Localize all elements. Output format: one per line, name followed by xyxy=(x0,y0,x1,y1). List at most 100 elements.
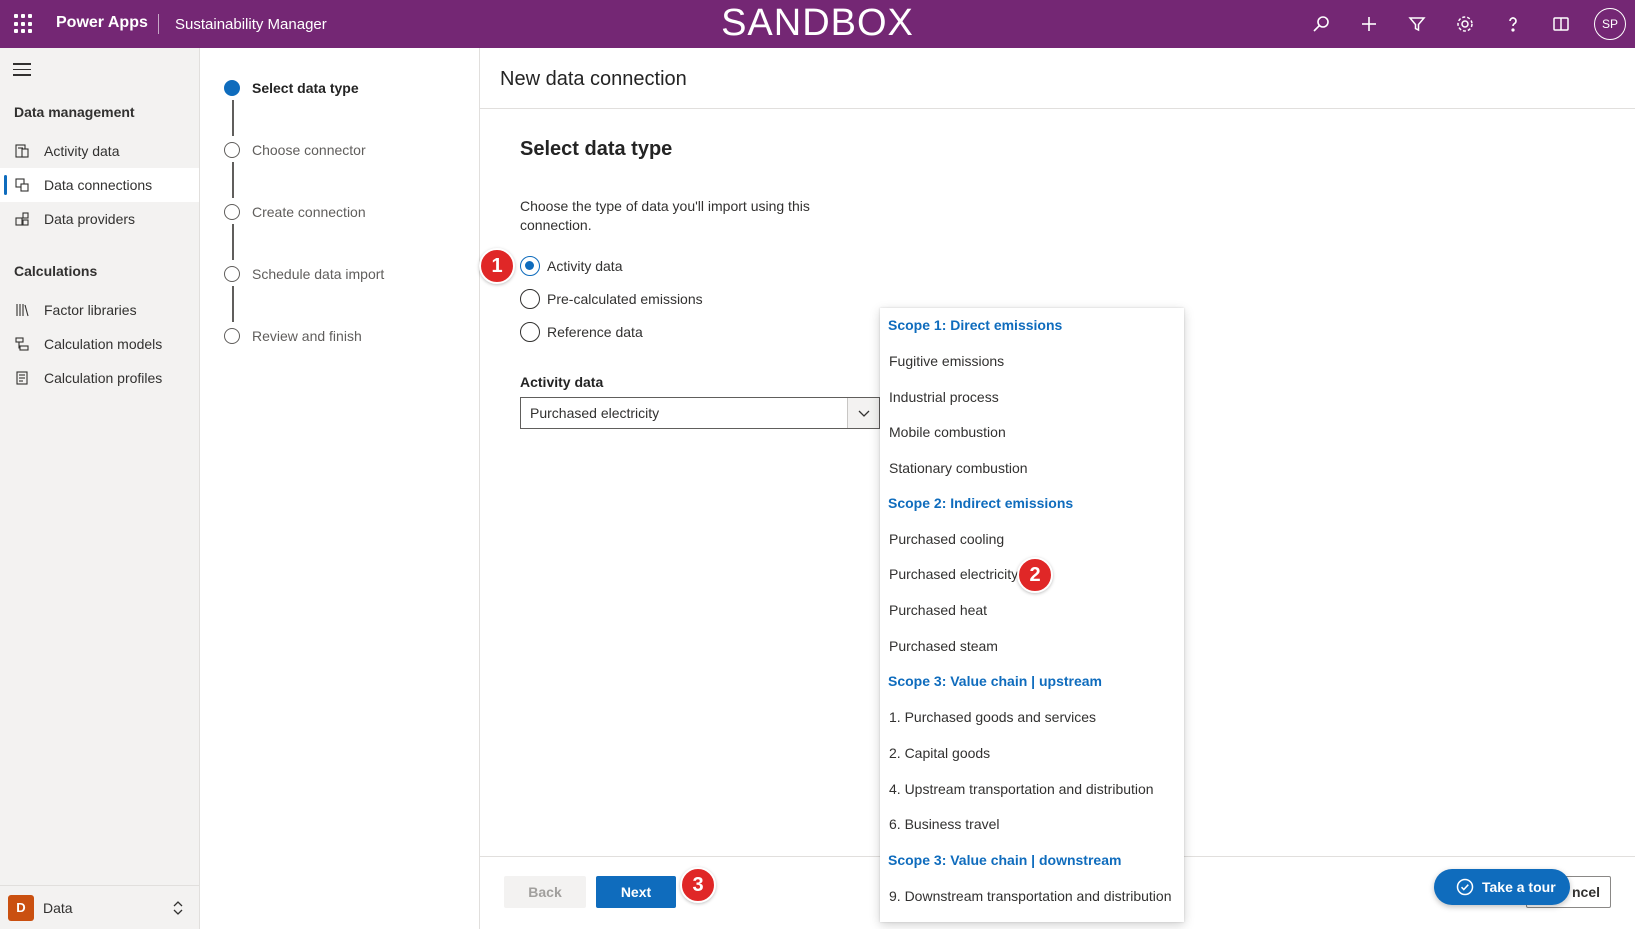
dropdown-option[interactable]: Purchased steam xyxy=(889,638,998,654)
data-connections-icon xyxy=(0,177,44,193)
step-dot xyxy=(224,328,240,344)
description-text: Choose the type of data you'll import us… xyxy=(520,198,810,233)
sidebar-item-calculation-profiles[interactable]: Calculation profiles xyxy=(0,361,199,395)
dropdown-group-header: Scope 3: Value chain | downstream xyxy=(888,852,1122,868)
radio-label: Pre-calculated emissions xyxy=(547,291,703,307)
dropdown-option[interactable]: Purchased heat xyxy=(889,602,987,618)
dropdown-option[interactable]: Stationary combustion xyxy=(889,460,1028,476)
step-dot xyxy=(224,142,240,158)
step-connector xyxy=(232,286,234,322)
area-badge: D xyxy=(8,894,34,921)
back-button[interactable]: Back xyxy=(504,876,586,908)
step-label: Create connection xyxy=(252,204,366,220)
dropdown-group-header: Scope 3: Value chain | upstream xyxy=(888,673,1102,689)
help-icon[interactable] xyxy=(1489,0,1537,48)
step-label: Schedule data import xyxy=(252,266,385,282)
step-schedule-data-import: Schedule data import xyxy=(224,266,384,282)
add-icon[interactable] xyxy=(1345,0,1393,48)
settings-icon[interactable] xyxy=(1441,0,1489,48)
radio-label: Activity data xyxy=(547,258,623,274)
data-providers-icon xyxy=(0,211,44,227)
book-icon[interactable] xyxy=(1537,0,1585,48)
dropdown-option-purchased-electricity[interactable]: Purchased electricity xyxy=(889,566,1018,582)
radio-button[interactable] xyxy=(520,289,540,309)
step-current-dot xyxy=(224,80,240,96)
activity-data-field-label: Activity data xyxy=(520,374,604,390)
radio-pre-calculated-emissions[interactable]: Pre-calculated emissions xyxy=(520,289,703,309)
step-annotation-badge: 2 xyxy=(1017,557,1053,593)
step-connector xyxy=(232,224,234,260)
divider xyxy=(480,108,1635,109)
nav-group-title: Data management xyxy=(14,104,135,120)
radio-label: Reference data xyxy=(547,324,643,340)
app-name[interactable]: Power Apps xyxy=(56,14,148,32)
sidebar-item-data-connections[interactable]: Data connections xyxy=(0,168,199,202)
chevron-down-icon[interactable] xyxy=(847,398,879,428)
model-icon xyxy=(0,336,44,352)
chevron-up-down-icon xyxy=(173,901,183,915)
dropdown-option[interactable]: 6. Business travel xyxy=(889,816,1000,832)
sidebar-item-label: Calculation profiles xyxy=(44,370,163,386)
dropdown-option[interactable]: 4. Upstream transportation and distribut… xyxy=(889,781,1154,797)
hamburger-menu-icon[interactable] xyxy=(13,63,31,80)
page-title: New data connection xyxy=(500,68,687,90)
take-a-tour-label: Take a tour xyxy=(1482,879,1556,895)
top-bar: Power Apps Sustainability Manager SANDBO… xyxy=(0,0,1635,48)
step-label: Choose connector xyxy=(252,142,366,158)
sandbox-banner-text: SANDBOX xyxy=(721,2,914,44)
activity-data-combobox[interactable]: Purchased electricity xyxy=(520,397,880,429)
app-launcher-icon[interactable] xyxy=(14,14,34,34)
combobox-value: Purchased electricity xyxy=(530,405,660,421)
step-choose-connector: Choose connector xyxy=(224,142,366,158)
sidebar-item-label: Activity data xyxy=(44,143,120,159)
wizard-stepper: Select data type Choose connector Create… xyxy=(200,48,480,929)
environment-name[interactable]: Sustainability Manager xyxy=(175,16,327,33)
dropdown-option[interactable]: Fugitive emissions xyxy=(889,353,1004,369)
profile-icon xyxy=(0,370,44,386)
dropdown-option[interactable]: 9. Downstream transportation and distrib… xyxy=(889,888,1171,904)
activity-data-dropdown-list: Scope 1: Direct emissions Fugitive emiss… xyxy=(880,308,1184,922)
sidebar-item-calculation-models[interactable]: Calculation models xyxy=(0,327,199,361)
divider xyxy=(158,14,159,34)
radio-button[interactable] xyxy=(520,322,540,342)
library-icon xyxy=(0,302,44,318)
radio-reference-data[interactable]: Reference data xyxy=(520,322,643,342)
section-title: Select data type xyxy=(520,138,673,160)
dropdown-option[interactable]: Mobile combustion xyxy=(889,424,1006,440)
sidebar-item-label: Calculation models xyxy=(44,336,163,352)
sidebar-item-data-providers[interactable]: Data providers xyxy=(0,202,199,236)
sidebar-item-label: Data connections xyxy=(44,177,153,193)
step-annotation-badge: 3 xyxy=(680,867,716,903)
sidebar-item-activity-data[interactable]: Activity data xyxy=(0,134,199,168)
nav-group-title: Calculations xyxy=(14,263,98,279)
step-create-connection: Create connection xyxy=(224,204,366,220)
radio-button[interactable] xyxy=(520,256,540,276)
step-connector xyxy=(232,162,234,198)
sidebar-item-label: Data providers xyxy=(44,211,136,227)
sidebar-item-factor-libraries[interactable]: Factor libraries xyxy=(0,293,199,327)
sidebar-item-label: Factor libraries xyxy=(44,302,137,318)
step-dot xyxy=(224,266,240,282)
dropdown-option[interactable]: 2. Capital goods xyxy=(889,745,990,761)
step-annotation-badge: 1 xyxy=(479,248,515,284)
step-connector xyxy=(232,100,234,136)
dropdown-option[interactable]: Industrial process xyxy=(889,389,999,405)
search-icon[interactable] xyxy=(1297,0,1345,48)
dropdown-option[interactable]: Purchased cooling xyxy=(889,531,1004,547)
avatar[interactable]: SP xyxy=(1594,8,1626,40)
step-label: Select data type xyxy=(252,80,359,96)
dropdown-group-header: Scope 1: Direct emissions xyxy=(888,317,1063,333)
next-button[interactable]: Next xyxy=(596,876,676,908)
radio-activity-data[interactable]: Activity data xyxy=(520,256,622,276)
dropdown-option[interactable]: 1. Purchased goods and services xyxy=(889,709,1096,725)
step-label: Review and finish xyxy=(252,328,362,344)
step-review-and-finish: Review and finish xyxy=(224,328,362,344)
step-dot xyxy=(224,204,240,220)
check-circle-icon xyxy=(1456,878,1474,896)
filter-icon[interactable] xyxy=(1393,0,1441,48)
take-a-tour-button[interactable]: Take a tour xyxy=(1434,869,1570,905)
dropdown-group-header: Scope 2: Indirect emissions xyxy=(888,495,1074,511)
area-switcher[interactable]: D Data xyxy=(0,885,199,929)
area-label: Data xyxy=(43,899,73,916)
left-nav: Data management Activity data Data conne… xyxy=(0,48,200,929)
